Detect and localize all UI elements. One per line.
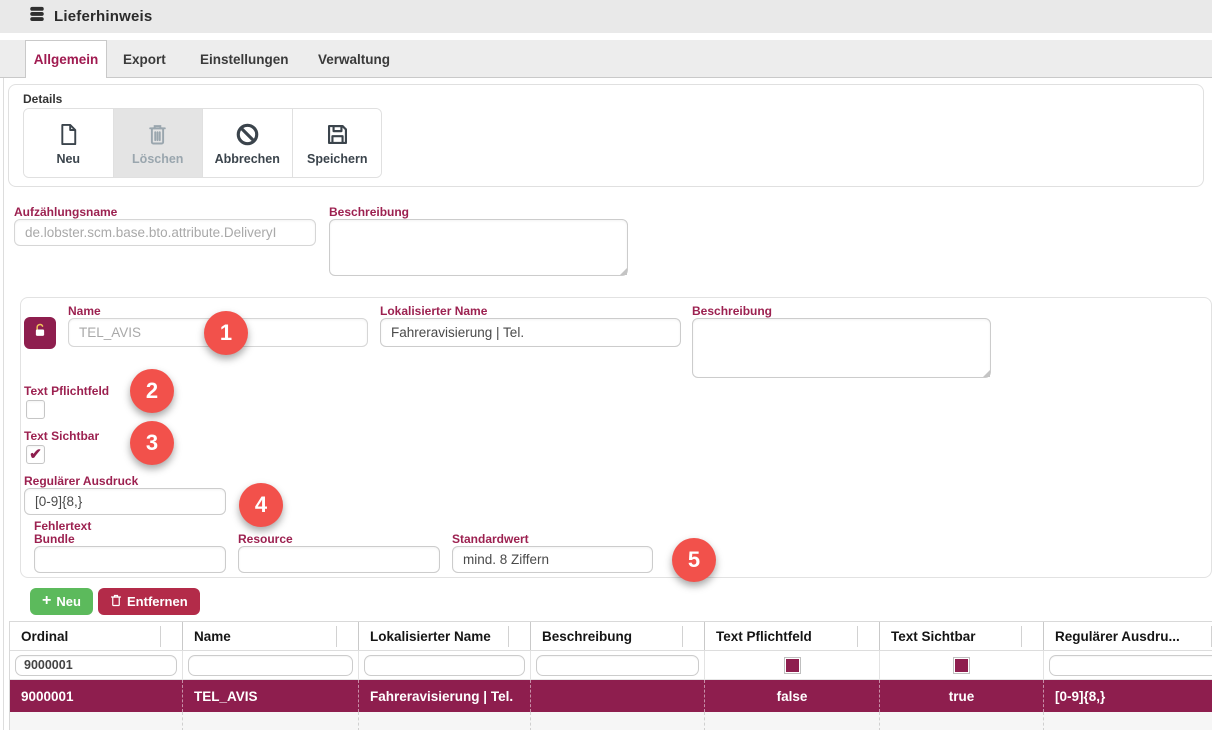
cell-text-required: false — [705, 680, 880, 712]
remove-row-button[interactable]: Entfernen — [98, 588, 200, 615]
enum-description-label: Beschreibung — [329, 205, 409, 219]
bundle-input[interactable] — [34, 546, 226, 573]
table-filter-row — [10, 651, 1212, 680]
regex-input[interactable] — [24, 488, 226, 515]
page-title: Lieferhinweis — [54, 8, 152, 25]
trash-icon — [144, 121, 171, 148]
toolbar-group-label: Details — [23, 92, 62, 106]
enum-name-input[interactable] — [14, 219, 316, 246]
save-button[interactable]: Speichern — [293, 109, 383, 177]
annotation-circle-5: 5 — [672, 538, 716, 582]
filter-name-input[interactable] — [188, 655, 353, 676]
column-header-ordinal[interactable]: Ordinal — [10, 622, 183, 650]
column-header-regex[interactable]: Regulärer Ausdru... — [1044, 622, 1212, 650]
plus-icon: + — [42, 592, 51, 610]
cell-name: TEL_AVIS — [183, 680, 359, 712]
text-required-checkbox[interactable] — [26, 400, 45, 419]
unlock-icon — [31, 322, 49, 345]
lock-button[interactable] — [24, 317, 56, 349]
app-window: Lieferhinweis Allgemein Export Einstellu… — [0, 0, 1212, 730]
default-value-input[interactable] — [452, 546, 653, 573]
regex-label: Regulärer Ausdruck — [24, 474, 138, 488]
database-icon — [28, 5, 46, 28]
cancel-button-label: Abbrechen — [215, 152, 280, 166]
tab-allgemein[interactable]: Allgemein — [25, 40, 107, 78]
table-row-selected[interactable]: 9000001 TEL_AVIS Fahreravisierung | Tel.… — [10, 680, 1212, 712]
annotation-circle-4: 4 — [239, 483, 283, 527]
content-panel-border — [3, 78, 4, 730]
delete-button-label: Löschen — [132, 152, 183, 166]
resource-label: Resource — [238, 532, 293, 546]
annotation-circle-3: 3 — [130, 421, 174, 465]
default-value-label: Standardwert — [452, 532, 529, 546]
error-text-label: Fehlertext — [34, 519, 91, 533]
filter-text-required-checkbox[interactable] — [785, 658, 800, 673]
text-required-label: Text Pflichtfeld — [24, 384, 109, 398]
filter-regex-input[interactable] — [1049, 655, 1212, 676]
table-header-row: Ordinal Name Lokalisierter Name Beschrei… — [10, 622, 1212, 651]
tab-export[interactable]: Export — [123, 52, 166, 67]
save-button-label: Speichern — [307, 152, 367, 166]
filter-ordinal-input[interactable] — [15, 655, 177, 676]
tab-einstellungen[interactable]: Einstellungen — [200, 52, 289, 67]
trash-icon — [110, 594, 122, 610]
localized-name-input[interactable] — [380, 318, 681, 347]
column-header-text-required[interactable]: Text Pflichtfeld — [705, 622, 880, 650]
column-header-description[interactable]: Beschreibung — [531, 622, 705, 650]
attribute-table: Ordinal Name Lokalisierter Name Beschrei… — [9, 621, 1212, 730]
save-icon — [324, 121, 351, 148]
cell-description — [531, 680, 705, 712]
tab-bar: Allgemein Export Einstellungen Verwaltun… — [0, 40, 1212, 78]
annotation-circle-2: 2 — [130, 369, 174, 413]
localized-name-label: Lokalisierter Name — [380, 304, 487, 318]
filter-localized-name-input[interactable] — [364, 655, 525, 676]
name-label: Name — [68, 304, 101, 318]
text-visible-label: Text Sichtbar — [24, 429, 99, 443]
title-bar: Lieferhinweis — [0, 0, 1212, 33]
enum-name-label: Aufzählungsname — [14, 205, 117, 219]
description-textarea[interactable] — [692, 318, 991, 378]
annotation-circle-1: 1 — [204, 311, 248, 355]
text-visible-checkbox[interactable]: ✔ — [26, 445, 45, 464]
cell-regex: [0-9]{8,} — [1044, 680, 1212, 712]
cell-localized-name: Fahreravisierung | Tel. — [359, 680, 531, 712]
cancel-button[interactable]: Abbrechen — [203, 109, 293, 177]
delete-button[interactable]: Löschen — [114, 109, 204, 177]
column-header-text-visible[interactable]: Text Sichtbar — [880, 622, 1044, 650]
column-header-localized-name[interactable]: Lokalisierter Name — [359, 622, 531, 650]
add-row-button-label: Neu — [56, 594, 81, 609]
enum-description-textarea[interactable] — [329, 219, 628, 276]
resource-input[interactable] — [238, 546, 440, 573]
new-file-icon — [55, 121, 82, 148]
table-empty-row — [10, 712, 1212, 730]
new-button[interactable]: Neu — [24, 109, 114, 177]
toolbar-panel: Details Neu Löschen — [8, 84, 1204, 187]
new-button-label: Neu — [56, 152, 80, 166]
filter-text-visible-checkbox[interactable] — [954, 658, 969, 673]
column-header-name[interactable]: Name — [183, 622, 359, 650]
toolbar-button-group: Neu Löschen Abbrechen — [23, 108, 382, 178]
remove-row-button-label: Entfernen — [127, 594, 188, 609]
bundle-label: Bundle — [34, 532, 75, 546]
cell-text-visible: true — [880, 680, 1044, 712]
tab-verwaltung[interactable]: Verwaltung — [318, 52, 390, 67]
add-row-button[interactable]: + Neu — [30, 588, 93, 615]
filter-description-input[interactable] — [536, 655, 699, 676]
description-label: Beschreibung — [692, 304, 772, 318]
cancel-icon — [234, 121, 261, 148]
cell-ordinal: 9000001 — [10, 680, 183, 712]
